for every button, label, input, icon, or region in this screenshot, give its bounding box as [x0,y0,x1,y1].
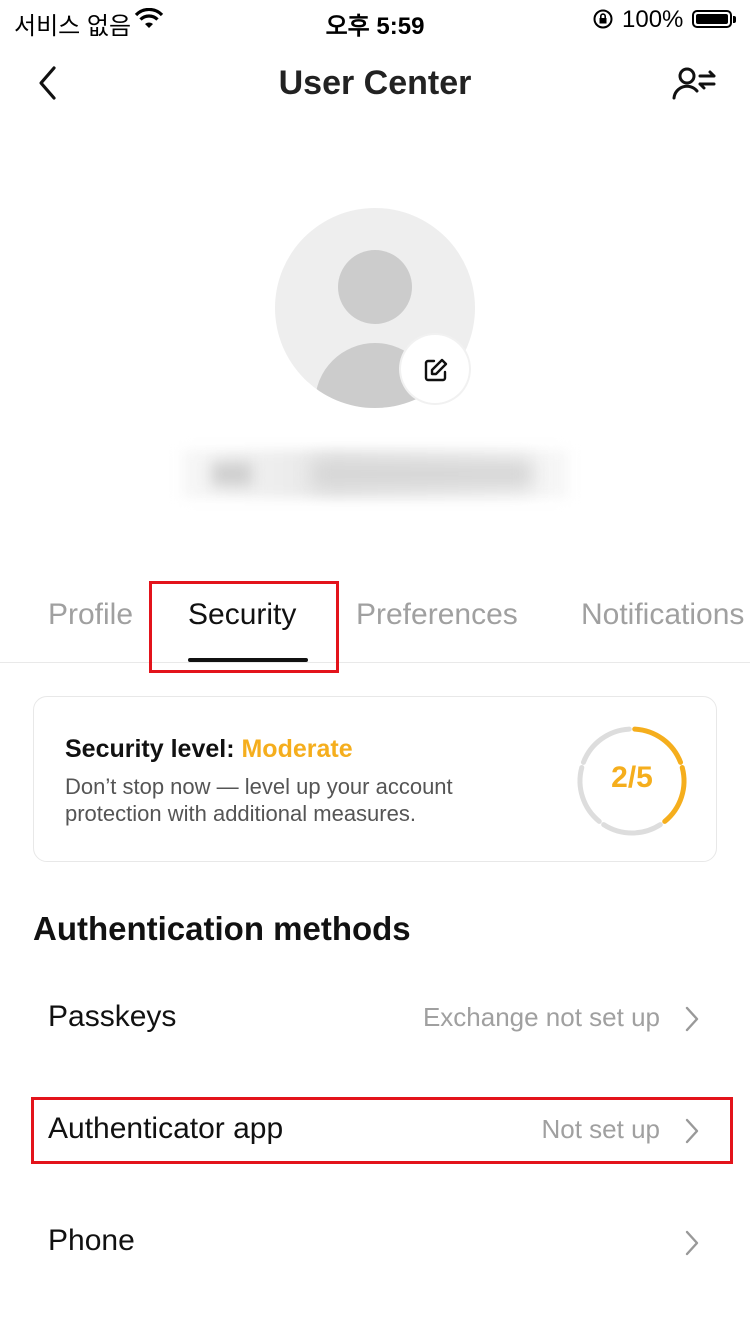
battery-icon [692,10,736,28]
switch-account-button[interactable] [670,64,718,104]
security-level-heading: Security level: Moderate [65,735,353,764]
section-title: Authentication methods [33,910,411,947]
rotation-lock-icon [592,8,614,37]
tab-notifications[interactable]: Notifications [581,598,744,632]
security-level-value: Moderate [241,735,353,763]
edit-icon [424,358,448,382]
chevron-right-icon [685,1230,699,1256]
redacted-account-id [182,450,568,498]
edit-avatar-button[interactable] [401,335,469,403]
security-level-description: Don’t stop now — level up your account p… [65,774,453,826]
switch-user-icon [672,67,716,100]
progress-segment-incomplete [601,822,663,836]
security-level-label: Security level: [65,735,235,763]
page-title: User Center [278,64,472,102]
method-label: Phone [48,1224,135,1257]
security-level-card: Security level: Moderate Don’t stop now … [33,696,717,862]
tab-profile[interactable]: Profile [48,598,133,632]
progress-segment-incomplete [580,726,632,765]
battery-percent: 100% [622,6,684,33]
status-bar: 서비스 없음 오후 5:59 100% [0,0,750,40]
method-row-phone[interactable]: Phone [48,1212,708,1272]
security-progress-ratio: 2/5 [611,761,653,794]
method-label: Passkeys [48,1000,177,1033]
tab-preferences[interactable]: Preferences [356,598,518,632]
method-status: Exchange not set up [422,1002,660,1032]
chevron-right-icon [685,1006,699,1032]
highlight-box-security-tab [149,581,339,673]
method-row-passkeys[interactable]: Passkeys Exchange not set up [48,988,708,1048]
progress-segment-complete [632,726,684,765]
avatar-head-shape [338,250,412,324]
highlight-box-authenticator-row [31,1097,733,1164]
tab-bar: Profile Security Preferences Notificatio… [0,598,750,663]
